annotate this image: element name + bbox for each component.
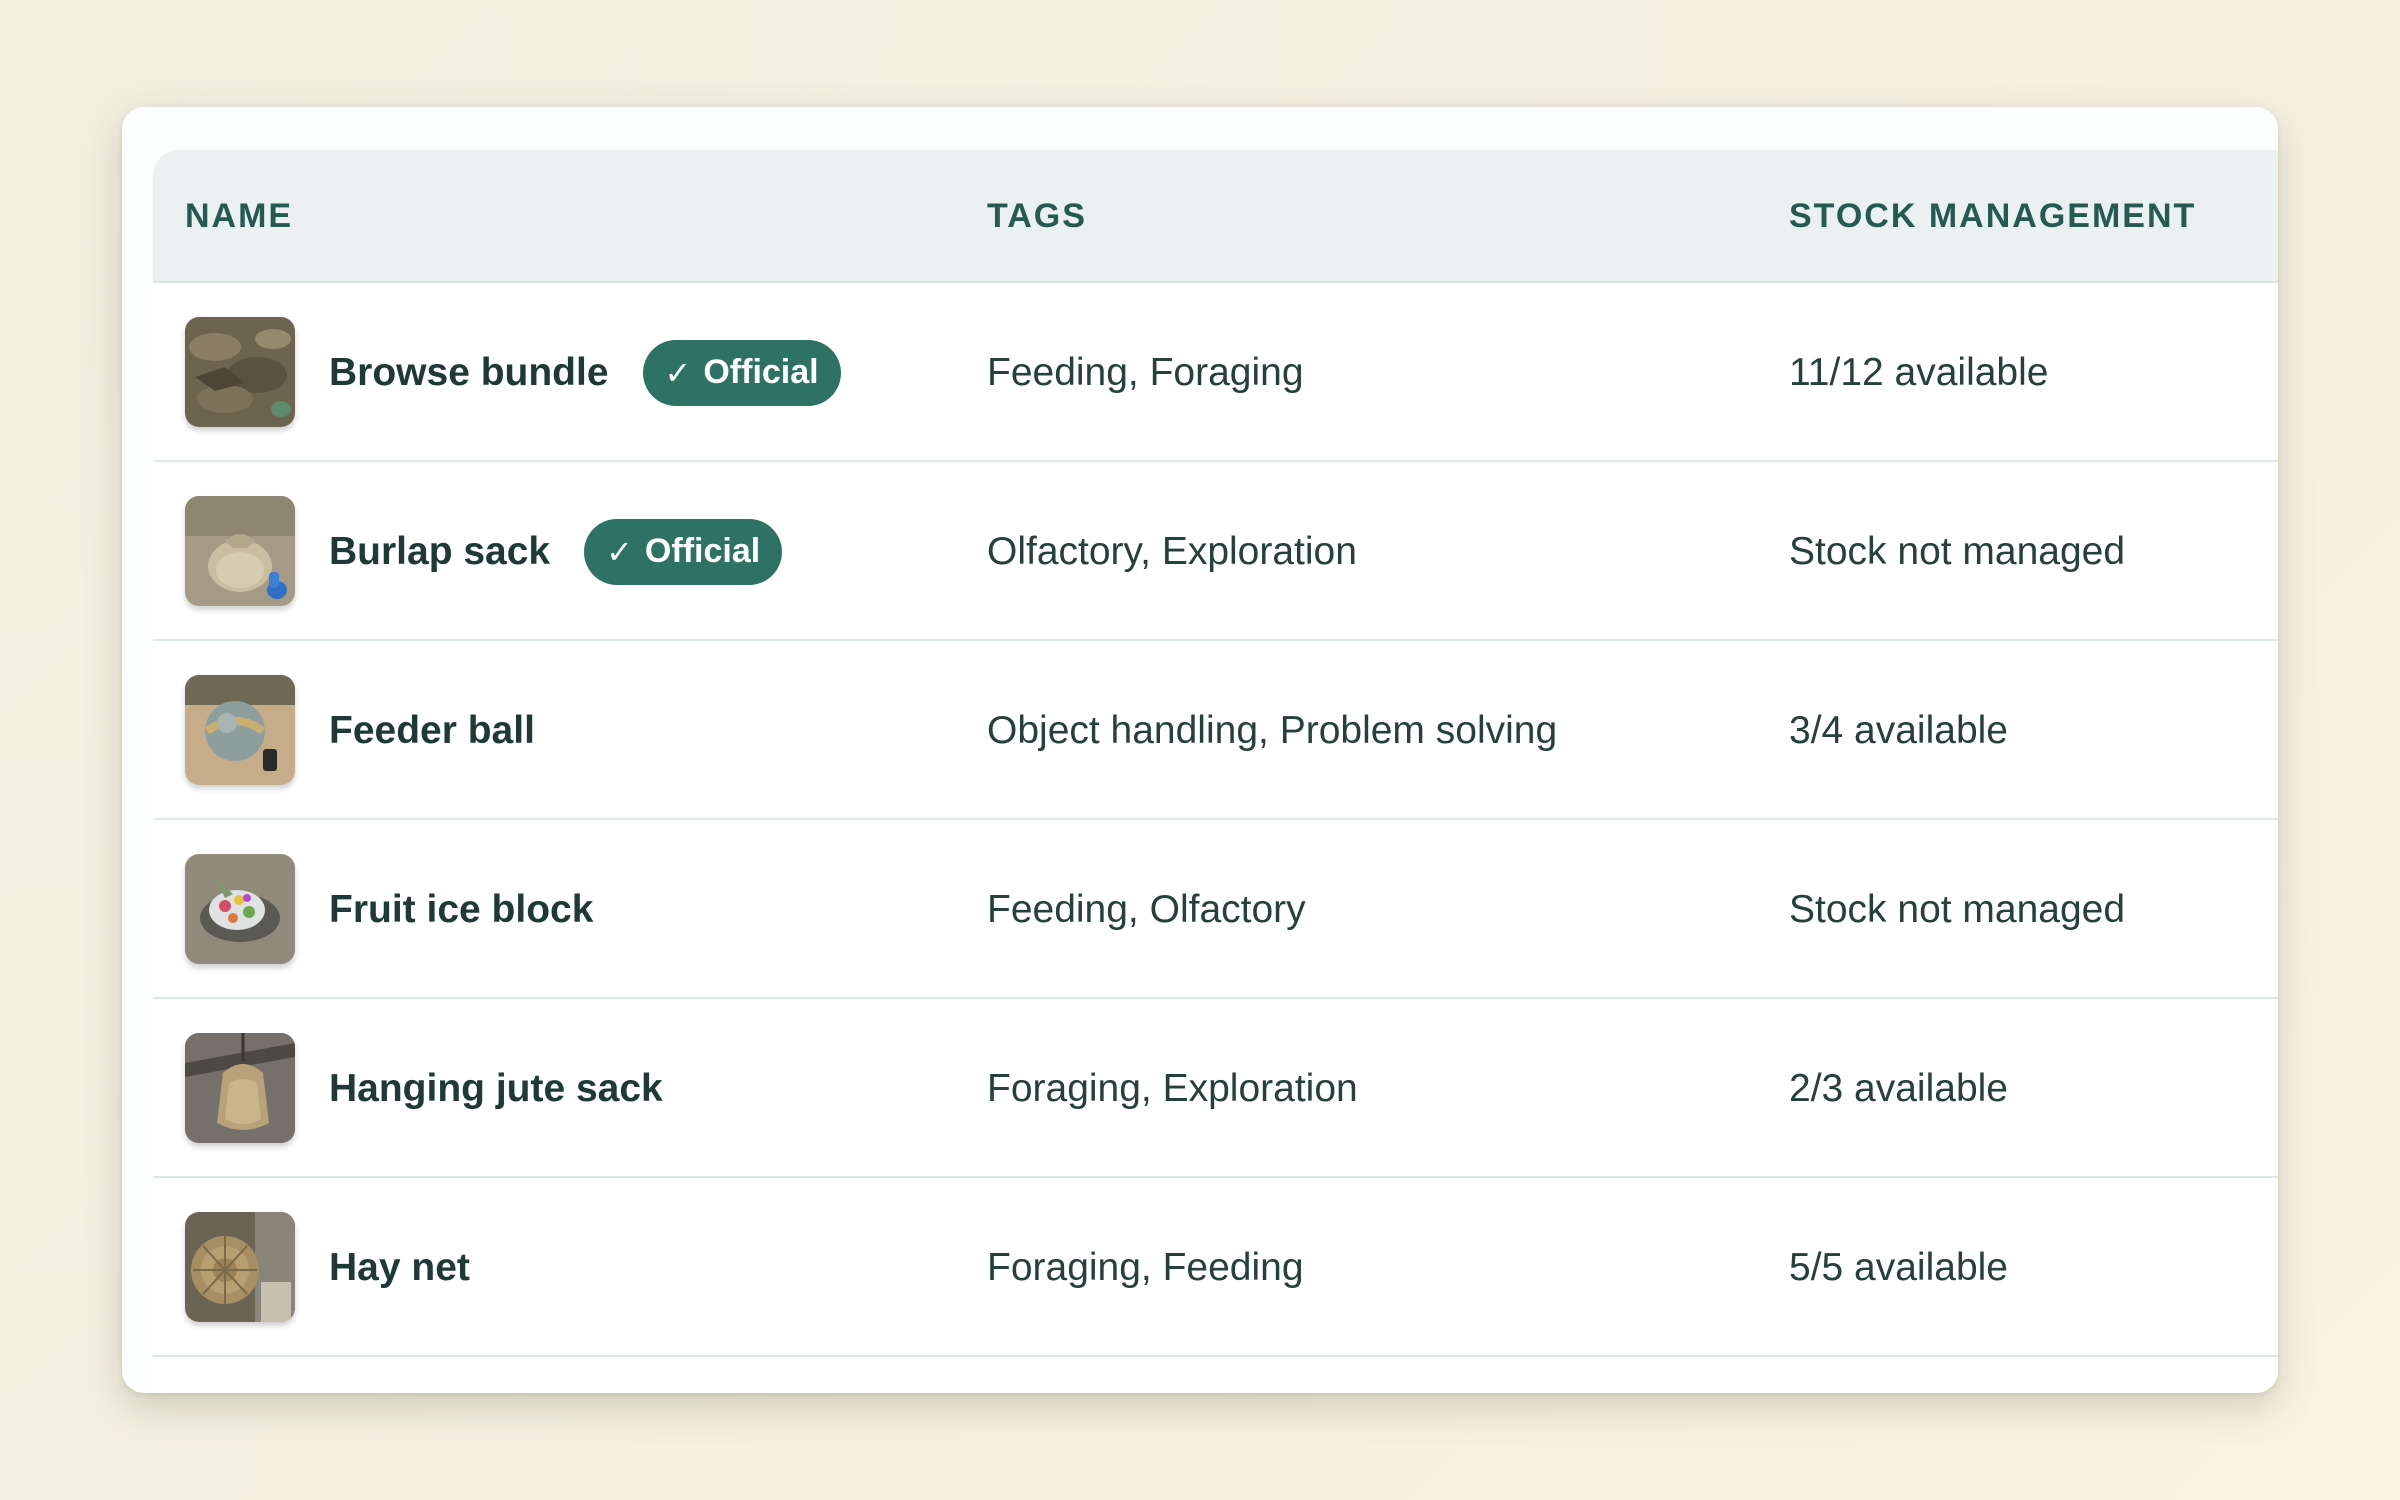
stock-cell: Stock not managed (1789, 529, 2126, 573)
enrichment-items-card: NAME TAGS STOCK MANAGEMENT Browse bundle (122, 107, 2278, 1393)
table-row[interactable]: Fruit ice block Feeding, Olfactory Stock… (153, 820, 2278, 999)
name-cell: Feeder ball (329, 641, 535, 820)
item-name[interactable]: Burlap sack (329, 530, 550, 574)
name-cell: Burlap sack ✓ Official (329, 462, 783, 641)
check-icon: ✓ (664, 354, 692, 391)
item-thumbnail (185, 496, 295, 606)
tags-cell: Feeding, Foraging (987, 350, 1304, 394)
item-name[interactable]: Hanging jute sack (329, 1067, 663, 1111)
stock-cell: Stock not managed (1789, 887, 2126, 931)
table-header: NAME TAGS STOCK MANAGEMENT (153, 150, 2278, 283)
item-name[interactable]: Fruit ice block (329, 888, 593, 932)
item-name[interactable]: Feeder ball (329, 709, 535, 753)
table-row[interactable]: Hay net Foraging, Feeding 5/5 available (153, 1178, 2278, 1357)
item-thumbnail (185, 854, 295, 964)
tags-cell: Foraging, Feeding (987, 1245, 1304, 1289)
stock-cell: 5/5 available (1789, 1245, 2008, 1289)
item-name[interactable]: Browse bundle (329, 351, 609, 395)
tags-cell: Olfactory, Exploration (987, 529, 1357, 573)
items-table: NAME TAGS STOCK MANAGEMENT Browse bundle (153, 150, 2278, 1393)
name-cell: Browse bundle ✓ Official (329, 283, 841, 462)
official-badge: ✓ Official (642, 339, 841, 406)
item-thumbnail (185, 1212, 295, 1322)
official-badge: ✓ Official (584, 518, 783, 585)
stock-cell: 2/3 available (1789, 1066, 2008, 1110)
table-row[interactable]: Browse bundle ✓ Official Feeding, Foragi… (153, 283, 2278, 462)
stock-cell: 3/4 available (1789, 708, 2008, 752)
name-cell: Hay net (329, 1178, 470, 1357)
item-name[interactable]: Hay net (329, 1246, 470, 1290)
stock-cell: 11/12 available (1789, 350, 2049, 394)
table-row[interactable]: Feeder ball Object handling, Problem sol… (153, 641, 2278, 820)
column-header-tags[interactable]: TAGS (987, 150, 1087, 283)
column-header-stock-management[interactable]: STOCK MANAGEMENT (1789, 150, 2196, 283)
column-header-name[interactable]: NAME (185, 150, 293, 283)
item-thumbnail (185, 317, 295, 427)
item-thumbnail (185, 1033, 295, 1143)
tags-cell: Feeding, Olfactory (987, 887, 1306, 931)
table-row[interactable]: Hanging jute sack Foraging, Exploration … (153, 999, 2278, 1178)
name-cell: Hanging jute sack (329, 999, 663, 1178)
name-cell: Fruit ice block (329, 820, 593, 999)
official-badge-label: Official (644, 532, 761, 570)
check-icon: ✓ (606, 533, 633, 570)
tags-cell: Object handling, Problem solving (987, 708, 1558, 752)
item-thumbnail (185, 675, 295, 785)
tags-cell: Foraging, Exploration (987, 1066, 1358, 1110)
table-row[interactable]: Burlap sack ✓ Official Olfactory, Explor… (153, 462, 2278, 641)
official-badge-label: Official (703, 353, 819, 391)
